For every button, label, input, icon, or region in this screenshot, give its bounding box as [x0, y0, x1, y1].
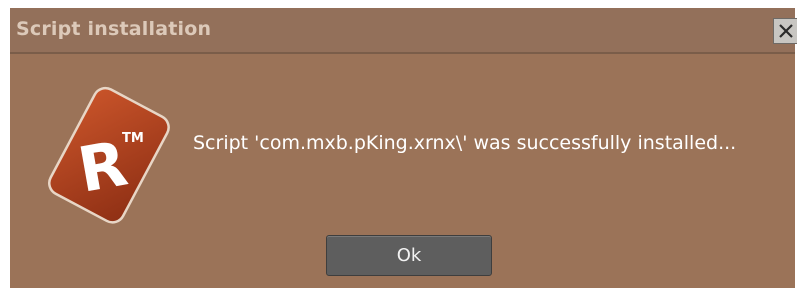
- close-icon: [779, 24, 793, 38]
- status-message: Script 'com.mxb.pKing.xrnx\' was success…: [193, 132, 737, 154]
- close-button[interactable]: [773, 18, 797, 44]
- title-bar[interactable]: Script installation: [10, 8, 797, 54]
- svg-text:TM: TM: [122, 131, 144, 146]
- renoise-logo-icon: R TM: [48, 86, 170, 224]
- ok-button[interactable]: Ok: [326, 235, 492, 276]
- dialog-title: Script installation: [16, 18, 212, 40]
- script-installation-dialog: Script installation R TM Script 'com.mxb…: [10, 8, 797, 288]
